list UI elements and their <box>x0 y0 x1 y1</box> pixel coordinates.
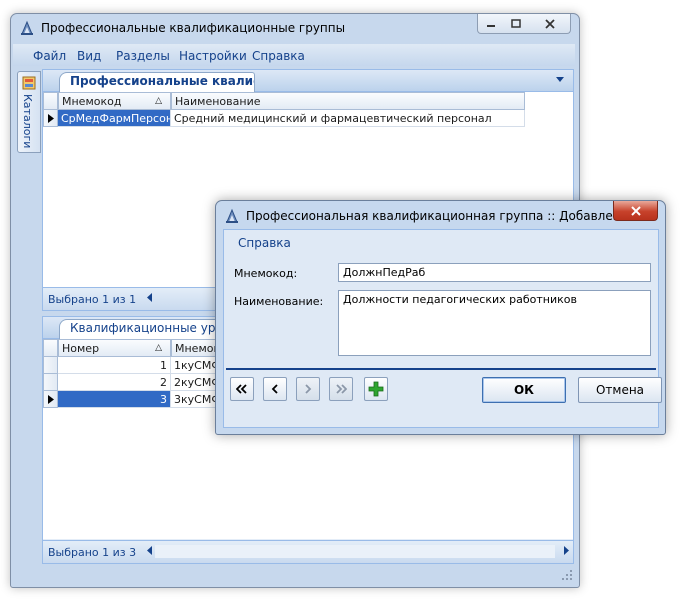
table-cell-mnemo[interactable]: СрМедФармПерсон <box>58 110 171 127</box>
menu-sections[interactable]: Разделы <box>116 49 170 63</box>
minimize-button[interactable] <box>477 14 505 34</box>
prev-record-icon <box>271 384 278 394</box>
dialog-title: Профессиональная квалификационная группа… <box>246 209 636 223</box>
last-record-icon <box>336 384 347 394</box>
menu-file[interactable]: Файл <box>33 49 66 63</box>
table-cell-name[interactable]: Средний медицинский и фармацевтический п… <box>171 110 525 127</box>
menu-bar: Файл Вид Разделы Настройки Справка <box>13 44 575 66</box>
app-icon <box>224 208 240 224</box>
grid-corner <box>43 92 58 110</box>
main-title-bar[interactable]: Профессиональные квалификационные группы <box>11 14 579 42</box>
mnemo-field[interactable]: ДолжнПедРаб <box>338 263 651 282</box>
add-group-dialog: Профессиональная квалификационная группа… <box>215 200 666 435</box>
mnemo-label: Мнемокод: <box>234 267 298 280</box>
name-field[interactable]: Должности педагогических работников <box>338 290 651 356</box>
next-record-button[interactable] <box>296 377 320 401</box>
app-icon <box>19 20 35 36</box>
dialog-close-button[interactable] <box>613 201 658 221</box>
column-header-label: Мнемокод <box>62 95 122 108</box>
column-header-name[interactable]: Наименование <box>171 92 525 110</box>
tab-groups[interactable]: Профессиональные квалифи... <box>59 72 255 92</box>
sort-ascending-icon: △ <box>155 96 162 106</box>
minimize-icon <box>487 24 495 27</box>
side-tab-label: Каталоги <box>21 94 34 149</box>
row-selector[interactable] <box>43 391 58 408</box>
row-selector[interactable] <box>43 110 58 127</box>
row-pointer-icon <box>48 114 54 123</box>
horizontal-scrollbar[interactable] <box>155 545 555 558</box>
row-selector[interactable] <box>43 357 58 374</box>
add-icon <box>368 381 384 397</box>
maximize-icon <box>511 18 521 28</box>
divider <box>226 368 656 370</box>
ok-button[interactable]: ОК <box>482 377 566 403</box>
add-record-button[interactable] <box>364 377 388 401</box>
row-selector[interactable] <box>43 374 58 391</box>
last-record-button[interactable] <box>329 377 353 401</box>
column-header-mnemo[interactable]: Мнемокод △ <box>58 92 171 110</box>
dropdown-arrow-icon[interactable] <box>555 76 565 84</box>
scroll-left-icon[interactable] <box>147 293 153 302</box>
window-title: Профессиональные квалификационные группы <box>41 21 346 35</box>
menu-settings[interactable]: Настройки <box>179 49 247 63</box>
next-record-icon <box>305 384 312 394</box>
maximize-button[interactable] <box>503 14 530 34</box>
scroll-left-icon[interactable] <box>147 546 153 555</box>
catalog-icon <box>21 75 37 91</box>
cancel-button[interactable]: Отмена <box>578 377 662 403</box>
first-record-icon <box>236 384 247 394</box>
menu-help[interactable]: Справка <box>252 49 305 63</box>
name-label: Наименование: <box>234 295 324 308</box>
groups-panel-header: Профессиональные квалифи... <box>43 70 573 92</box>
first-record-button[interactable] <box>230 377 254 401</box>
column-header-label: Номер <box>62 342 100 355</box>
tab-levels[interactable]: Квалификационные уровни <box>59 319 239 339</box>
close-icon <box>544 18 555 29</box>
prev-record-button[interactable] <box>263 377 287 401</box>
sort-ascending-icon: △ <box>155 343 162 353</box>
close-button[interactable] <box>529 14 571 34</box>
menu-view[interactable]: Вид <box>77 49 101 63</box>
dialog-menu-help[interactable]: Справка <box>238 236 291 250</box>
close-icon <box>630 205 641 216</box>
dialog-body: Справка Мнемокод: ДолжнПедРаб Наименован… <box>223 229 662 428</box>
row-pointer-icon <box>48 395 54 404</box>
table-cell-number[interactable]: 3 <box>58 391 171 408</box>
resize-grip-icon[interactable] <box>561 569 573 581</box>
column-header-label: Наименование <box>175 95 261 108</box>
table-cell-number[interactable]: 1 <box>58 357 171 374</box>
status-text: Выбрано 1 из 3 <box>48 546 137 559</box>
column-header-number[interactable]: Номер △ <box>58 339 171 357</box>
catalogs-side-tab[interactable]: Каталоги <box>17 71 41 153</box>
table-cell-number[interactable]: 2 <box>58 374 171 391</box>
status-text: Выбрано 1 из 1 <box>48 293 137 306</box>
levels-status-bar: Выбрано 1 из 3 <box>43 540 573 563</box>
scroll-right-icon[interactable] <box>563 546 569 555</box>
grid-corner <box>43 339 58 357</box>
